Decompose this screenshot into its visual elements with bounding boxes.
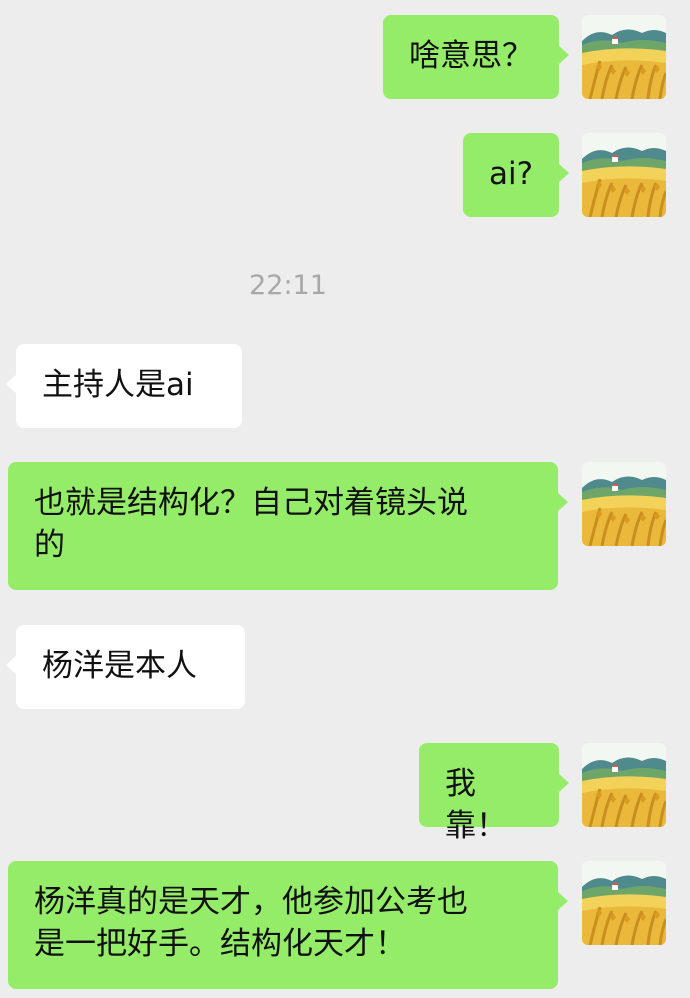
- landscape-avatar-icon: [582, 462, 666, 546]
- message-bubble-outgoing[interactable]: ai?: [463, 133, 569, 217]
- message-text: 啥意思？: [409, 38, 533, 74]
- user-avatar[interactable]: [582, 133, 666, 217]
- landscape-avatar-icon: [582, 133, 666, 217]
- user-avatar[interactable]: [582, 462, 666, 546]
- landscape-avatar-icon: [582, 861, 666, 945]
- message-text: 杨洋是本人: [42, 648, 197, 684]
- message-bubble-outgoing[interactable]: 啥意思？: [383, 15, 569, 99]
- message-bubble-outgoing[interactable]: 也就是结构化？自己对着镜头说 的: [8, 462, 568, 590]
- chat-area: 啥意思？ ai? 22:11 主持人是ai 也就是结构化？自己对着镜头说 的 杨…: [0, 0, 690, 998]
- message-bubble-incoming[interactable]: 主持人是ai: [6, 344, 242, 428]
- landscape-avatar-icon: [582, 15, 666, 99]
- message-text: 也就是结构化？自己对着镜头说 的: [34, 485, 468, 563]
- landscape-avatar-icon: [582, 743, 666, 827]
- message-bubble-incoming[interactable]: 杨洋是本人: [6, 625, 245, 709]
- message-timestamp: 22:11: [249, 270, 327, 301]
- message-bubble-outgoing[interactable]: 杨洋真的是天才，他参加公考也 是一把好手。结构化天才！: [8, 861, 568, 989]
- message-text: 我靠！: [445, 766, 507, 844]
- user-avatar[interactable]: [582, 15, 666, 99]
- message-text: 主持人是ai: [42, 367, 194, 403]
- message-bubble-outgoing[interactable]: 我靠！: [419, 743, 569, 844]
- message-text: 杨洋真的是天才，他参加公考也 是一把好手。结构化天才！: [34, 884, 468, 962]
- user-avatar[interactable]: [582, 743, 666, 827]
- message-text: ai?: [489, 156, 534, 192]
- user-avatar[interactable]: [582, 861, 666, 945]
